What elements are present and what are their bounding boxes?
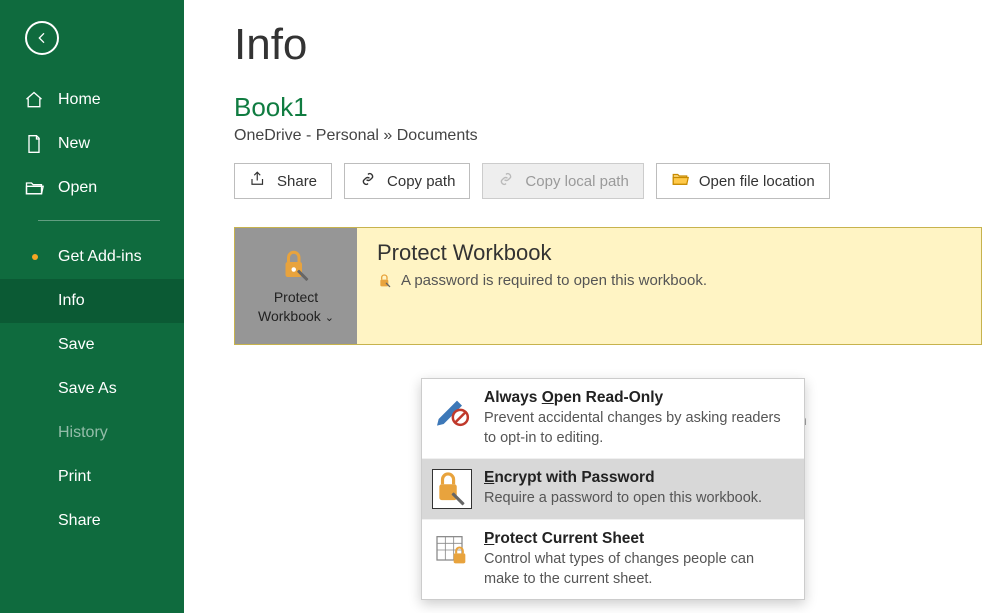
protect-heading: Protect Workbook — [377, 240, 961, 266]
nav-print[interactable]: Print — [0, 455, 184, 499]
protect-message-text: A password is required to open this work… — [401, 272, 707, 289]
new-doc-icon — [24, 134, 44, 154]
menu-item-title: Protect Current Sheet — [484, 530, 790, 548]
nav-save[interactable]: Save — [0, 323, 184, 367]
app-root: Home New Open Get Add-ins Info Save Save… — [0, 0, 1002, 613]
home-icon — [24, 90, 44, 110]
protect-button-line1: Protect — [274, 289, 318, 306]
copy-path-button[interactable]: Copy path — [344, 163, 470, 199]
breadcrumb: OneDrive - Personal » Documents — [234, 127, 982, 145]
protect-workbook-panel: Protect Workbook⌄ Protect Workbook A pas… — [234, 227, 982, 345]
menu-encrypt-with-password[interactable]: Encrypt with Password Require a password… — [422, 459, 804, 520]
menu-item-text: Always Open Read-Only Prevent accidental… — [484, 389, 790, 448]
pencil-prohibit-icon — [432, 389, 472, 429]
share-button[interactable]: Share — [234, 163, 332, 199]
nav-history-label: History — [58, 424, 108, 442]
sidebar-divider — [38, 220, 160, 221]
sheet-lock-icon — [432, 530, 472, 570]
lock-key-icon — [432, 469, 472, 509]
copy-path-label: Copy path — [387, 173, 455, 190]
nav-saveas[interactable]: Save As — [0, 367, 184, 411]
back-arrow-icon — [25, 21, 59, 55]
open-folder-icon — [24, 178, 44, 198]
share-button-label: Share — [277, 173, 317, 190]
backstage-sidebar: Home New Open Get Add-ins Info Save Save… — [0, 0, 184, 613]
nav-info[interactable]: Info — [0, 279, 184, 323]
menu-item-title: Always Open Read-Only — [484, 389, 790, 407]
menu-item-desc: Prevent accidental changes by asking rea… — [484, 409, 790, 448]
nav-new-label: New — [58, 135, 90, 153]
nav-get-addins[interactable]: Get Add-ins — [0, 235, 184, 279]
open-file-location-label: Open file location — [699, 173, 815, 190]
nav-save-label: Save — [58, 336, 94, 354]
menu-item-text: Encrypt with Password Require a password… — [484, 469, 762, 509]
nav-home-label: Home — [58, 91, 101, 109]
copy-local-path-label: Copy local path — [525, 173, 628, 190]
protect-workbook-button[interactable]: Protect Workbook⌄ — [235, 228, 357, 344]
nav-share[interactable]: Share — [0, 499, 184, 543]
menu-item-title: Encrypt with Password — [484, 469, 762, 487]
menu-protect-current-sheet[interactable]: Protect Current Sheet Control what types… — [422, 520, 804, 599]
menu-always-open-readonly[interactable]: Always Open Read-Only Prevent accidental… — [422, 379, 804, 459]
protect-button-line2: Workbook⌄ — [258, 308, 334, 325]
share-icon — [249, 170, 267, 192]
chevron-down-icon: ⌄ — [325, 312, 334, 324]
menu-item-desc: Control what types of changes people can… — [484, 550, 790, 589]
lock-small-icon — [377, 273, 393, 289]
nav-home[interactable]: Home — [0, 78, 184, 122]
link-icon-disabled — [497, 170, 515, 192]
nav-new[interactable]: New — [0, 122, 184, 166]
link-icon — [359, 170, 377, 192]
main-content: Info Book1 OneDrive - Personal » Documen… — [184, 0, 1002, 613]
copy-local-path-button: Copy local path — [482, 163, 643, 199]
protect-workbook-menu: Always Open Read-Only Prevent accidental… — [421, 378, 805, 600]
nav-info-label: Info — [58, 292, 85, 310]
action-row: Share Copy path Copy local path Open fil… — [234, 163, 982, 199]
nav-share-label: Share — [58, 512, 101, 530]
protect-body: Protect Workbook A password is required … — [357, 228, 981, 344]
folder-open-icon — [671, 170, 689, 192]
document-title: Book1 — [234, 92, 982, 123]
open-file-location-button[interactable]: Open file location — [656, 163, 830, 199]
menu-item-desc: Require a password to open this workbook… — [484, 489, 762, 509]
back-button[interactable] — [22, 18, 62, 58]
nav-open-label: Open — [58, 179, 97, 197]
nav-history: History — [0, 411, 184, 455]
nav-open[interactable]: Open — [0, 166, 184, 210]
lock-key-icon — [278, 247, 314, 283]
menu-item-text: Protect Current Sheet Control what types… — [484, 530, 790, 589]
protect-message: A password is required to open this work… — [377, 272, 961, 289]
nav-print-label: Print — [58, 468, 91, 486]
page-title: Info — [234, 20, 982, 70]
nav-saveas-label: Save As — [58, 380, 117, 398]
nav-get-addins-label: Get Add-ins — [58, 248, 142, 266]
